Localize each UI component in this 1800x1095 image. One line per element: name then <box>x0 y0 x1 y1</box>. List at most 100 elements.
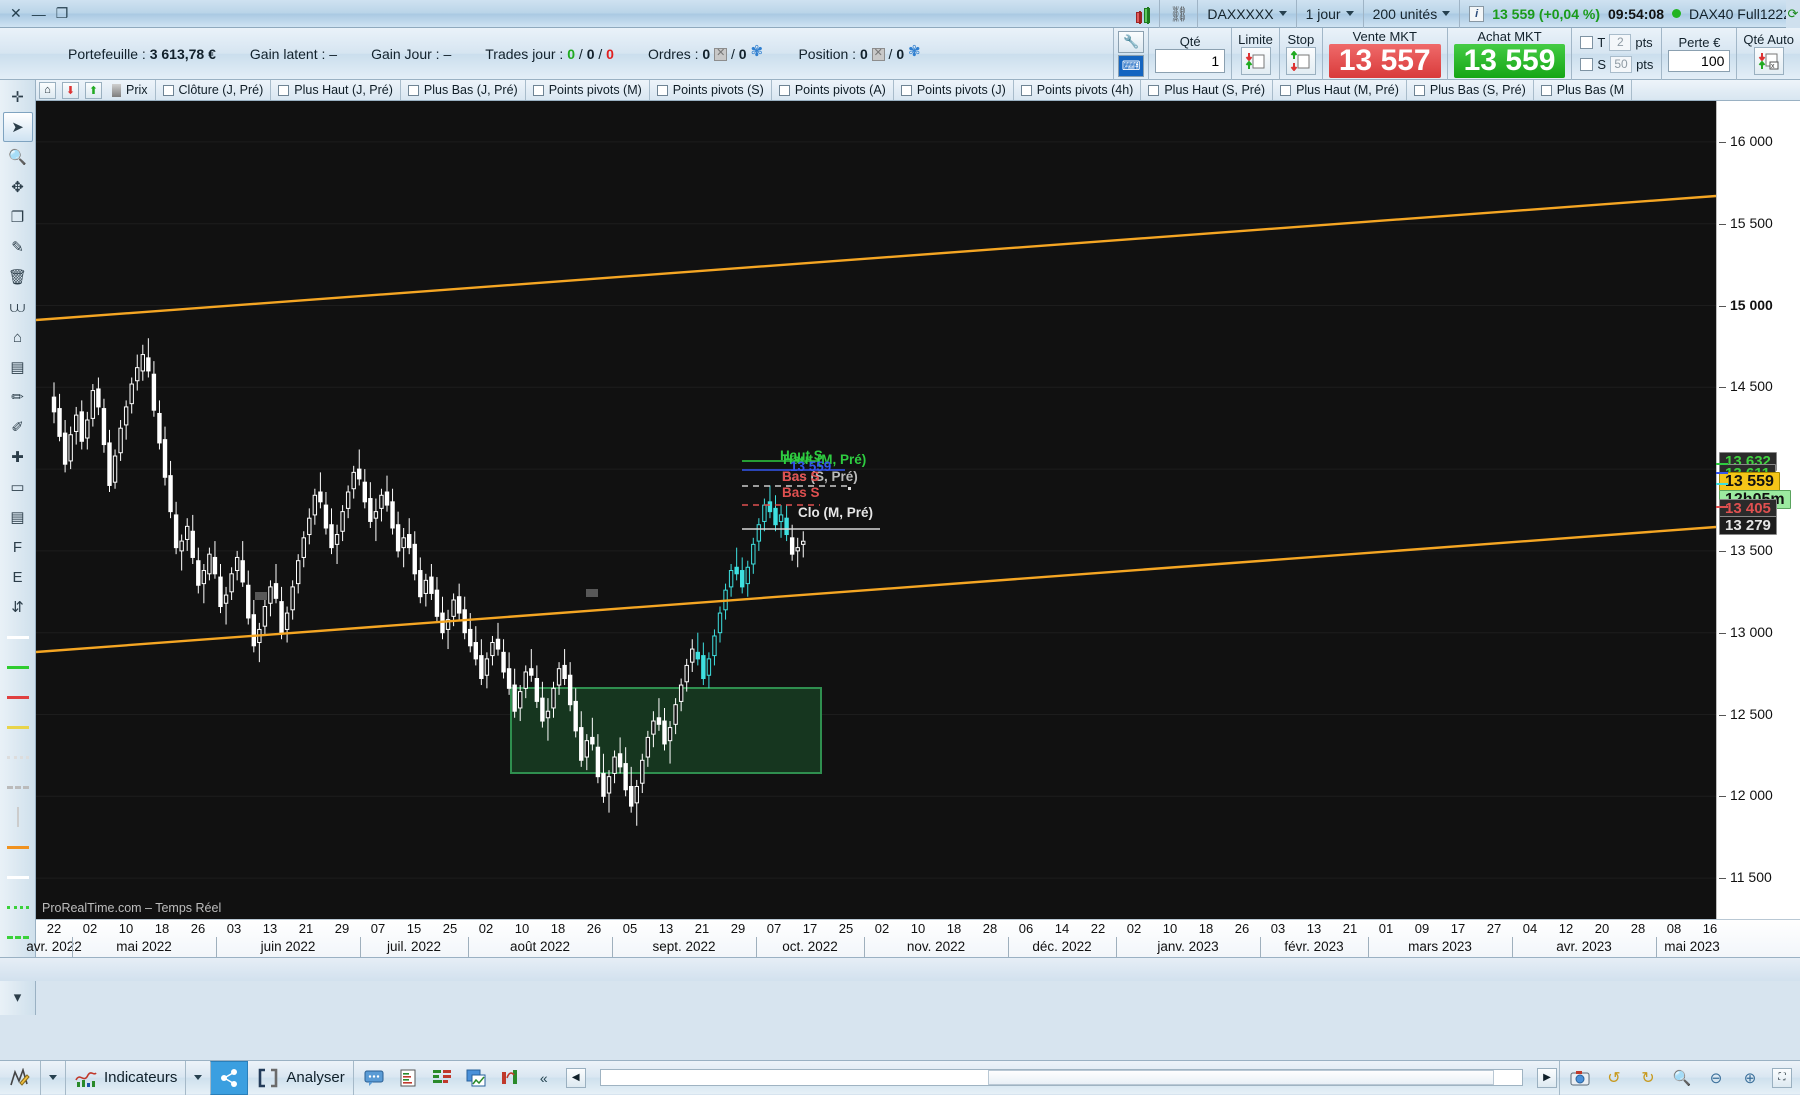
buy-price[interactable]: 13 559 <box>1454 44 1566 78</box>
instrument-selector[interactable]: DAXXXXX <box>1197 0 1295 28</box>
indicator-toggle-1[interactable]: Clôture (J, Pré) <box>156 80 272 101</box>
zoom-reset-icon[interactable]: 🔍 <box>1670 1066 1694 1090</box>
indicator-toggle-0[interactable]: Prix <box>105 80 156 101</box>
buy-section[interactable]: Achat MKT 13 559 <box>1447 28 1572 80</box>
indicators-button[interactable]: Indicateurs <box>65 1061 185 1095</box>
qty-auto-icon[interactable]: x <box>1754 47 1784 75</box>
anchor-point-icon[interactable]: ✚ <box>3 442 33 472</box>
indicator-toggle-3[interactable]: Plus Bas (J, Pré) <box>401 80 526 101</box>
trend-line-green-icon[interactable] <box>3 652 33 682</box>
ruler-icon[interactable]: ▤ <box>3 352 33 382</box>
undo-icon[interactable]: ↺ <box>1602 1066 1626 1090</box>
draw-tool-button[interactable] <box>0 1061 40 1095</box>
magnifier-icon[interactable]: 🔍 <box>3 142 33 172</box>
indicator-toggle-6[interactable]: Points pivots (A) <box>772 80 894 101</box>
price-chart[interactable]: Haut SHaut (M, Pré)13 559Bas (S, Pré)Bas… <box>36 101 1716 919</box>
beaded-line-icon[interactable] <box>3 772 33 802</box>
perte-input[interactable]: 100 <box>1668 50 1730 72</box>
units-selector[interactable]: 200 unités <box>1363 0 1460 28</box>
arrow-down-icon[interactable]: ⬇ <box>59 80 82 101</box>
trend-line-white-icon[interactable] <box>3 622 33 652</box>
cancel-orders-icon[interactable] <box>714 48 727 61</box>
screenshot-icon[interactable] <box>1568 1066 1592 1090</box>
double-chevron-left-icon[interactable]: « <box>532 1066 556 1090</box>
close-position-icon[interactable] <box>872 48 885 61</box>
candlestick-icon[interactable] <box>1127 0 1159 28</box>
indicator-checkbox[interactable] <box>278 85 289 96</box>
axis-marker-dark-white[interactable]: 13 279 <box>1719 516 1777 535</box>
indicator-checkbox[interactable] <box>1148 85 1159 96</box>
cursor-arrow-icon[interactable]: ➤ <box>3 112 33 142</box>
compare-chart-icon[interactable] <box>464 1066 488 1090</box>
white-line-icon[interactable] <box>3 862 33 892</box>
indicator-toggle-7[interactable]: Points pivots (J) <box>894 80 1014 101</box>
comment-icon[interactable] <box>362 1066 386 1090</box>
limit-order-icon[interactable] <box>1241 47 1271 75</box>
stoploss-checkbox[interactable] <box>1580 58 1593 71</box>
rectangle-icon[interactable]: ▭ <box>3 472 33 502</box>
date-axis[interactable]: 22avr. 202202101826mai 202203132129juin … <box>36 919 1800 957</box>
indicator-checkbox[interactable] <box>163 85 174 96</box>
qty-input[interactable]: 1 <box>1155 49 1225 73</box>
vertical-line-icon[interactable] <box>3 802 33 832</box>
highlighter-icon[interactable]: ✐ <box>3 412 33 442</box>
sell-section[interactable]: Vente MKT 13 557 <box>1322 28 1447 80</box>
move-icon[interactable]: ✥ <box>3 172 33 202</box>
indicator-checkbox[interactable] <box>1414 85 1425 96</box>
scroll-right-button[interactable]: ▶ <box>1529 1061 1559 1095</box>
green-dots-icon[interactable] <box>3 892 33 922</box>
orange-line-icon[interactable] <box>3 832 33 862</box>
magnet-icon[interactable]: ⩊ <box>3 292 33 322</box>
indicator-toggle-5[interactable]: Points pivots (S) <box>650 80 772 101</box>
indicator-checkbox[interactable] <box>901 85 912 96</box>
target-checkbox[interactable] <box>1580 36 1593 49</box>
close-icon[interactable]: ✕ <box>10 5 22 22</box>
indicator-checkbox[interactable] <box>1280 85 1291 96</box>
restore-icon[interactable]: ❐ <box>56 5 69 22</box>
indicator-checkbox[interactable] <box>533 85 544 96</box>
alarm-bell-icon[interactable]: ⌂ <box>36 80 59 101</box>
sell-price[interactable]: 13 557 <box>1329 44 1441 78</box>
indicator-toggle-10[interactable]: Plus Haut (M, Pré) <box>1273 80 1407 101</box>
fib-e-icon[interactable]: E <box>3 562 33 592</box>
arrows-icon[interactable]: ⇵ <box>3 592 33 622</box>
gear-icon[interactable] <box>908 47 922 61</box>
indicator-checkbox[interactable] <box>657 85 668 96</box>
zoom-in-icon[interactable]: ⊕ <box>1738 1066 1762 1090</box>
share-button[interactable] <box>210 1061 248 1095</box>
keyboard-icon[interactable]: ⌨ <box>1118 55 1144 77</box>
indicator-toggle-4[interactable]: Points pivots (M) <box>526 80 650 101</box>
stop-order-icon[interactable] <box>1286 47 1316 75</box>
indicator-toggle-12[interactable]: Plus Bas (M <box>1534 80 1632 101</box>
minimize-icon[interactable]: — <box>32 6 46 22</box>
timeframe-selector[interactable]: 1 jour <box>1296 0 1363 28</box>
chart-canvas[interactable]: Haut SHaut (M, Pré)13 559Bas (S, Pré)Bas… <box>36 101 1716 919</box>
arrow-up-icon[interactable]: ⬆ <box>82 80 105 101</box>
replay-icon[interactable] <box>498 1066 522 1090</box>
gear-icon[interactable] <box>750 47 764 61</box>
link-icon[interactable]: ⛓ <box>1159 0 1197 28</box>
redo-icon[interactable]: ↻ <box>1636 1066 1660 1090</box>
indicator-checkbox[interactable] <box>779 85 790 96</box>
indicator-toggle-9[interactable]: Plus Haut (S, Pré) <box>1141 80 1273 101</box>
pencil-icon[interactable]: ✏ <box>3 382 33 412</box>
crosshair-icon[interactable]: ✛ <box>3 82 33 112</box>
axis-marker-yellow-current[interactable]: 13 559 <box>1719 472 1780 491</box>
indicator-toggle-11[interactable]: Plus Bas (S, Pré) <box>1407 80 1534 101</box>
chart-scrollbar[interactable] <box>600 1069 1523 1086</box>
eyedropper-icon[interactable]: ✎ <box>3 232 33 262</box>
price-axis[interactable]: 16 00015 50015 00014 50014 00013 50013 0… <box>1716 101 1800 919</box>
copy-icon[interactable]: ❐ <box>3 202 33 232</box>
indicator-toggle-2[interactable]: Plus Haut (J, Pré) <box>271 80 401 101</box>
indicators-dropdown[interactable] <box>185 1061 210 1095</box>
trend-line-yellow-icon[interactable] <box>3 712 33 742</box>
fullscreen-icon[interactable]: ⛶ <box>1772 1068 1792 1088</box>
zoom-out-icon[interactable]: ⊖ <box>1704 1066 1728 1090</box>
bell-tool-icon[interactable]: ⌂ <box>3 322 33 352</box>
wrench-icon[interactable]: 🔧 <box>1118 31 1144 53</box>
window-refresh-button[interactable]: ⟳ <box>1786 0 1800 28</box>
stoploss-input[interactable]: 50 <box>1610 56 1632 73</box>
dotted-line-icon[interactable] <box>3 742 33 772</box>
fibonacci-icon[interactable]: ▤ <box>3 502 33 532</box>
indicator-checkbox[interactable] <box>1541 85 1552 96</box>
